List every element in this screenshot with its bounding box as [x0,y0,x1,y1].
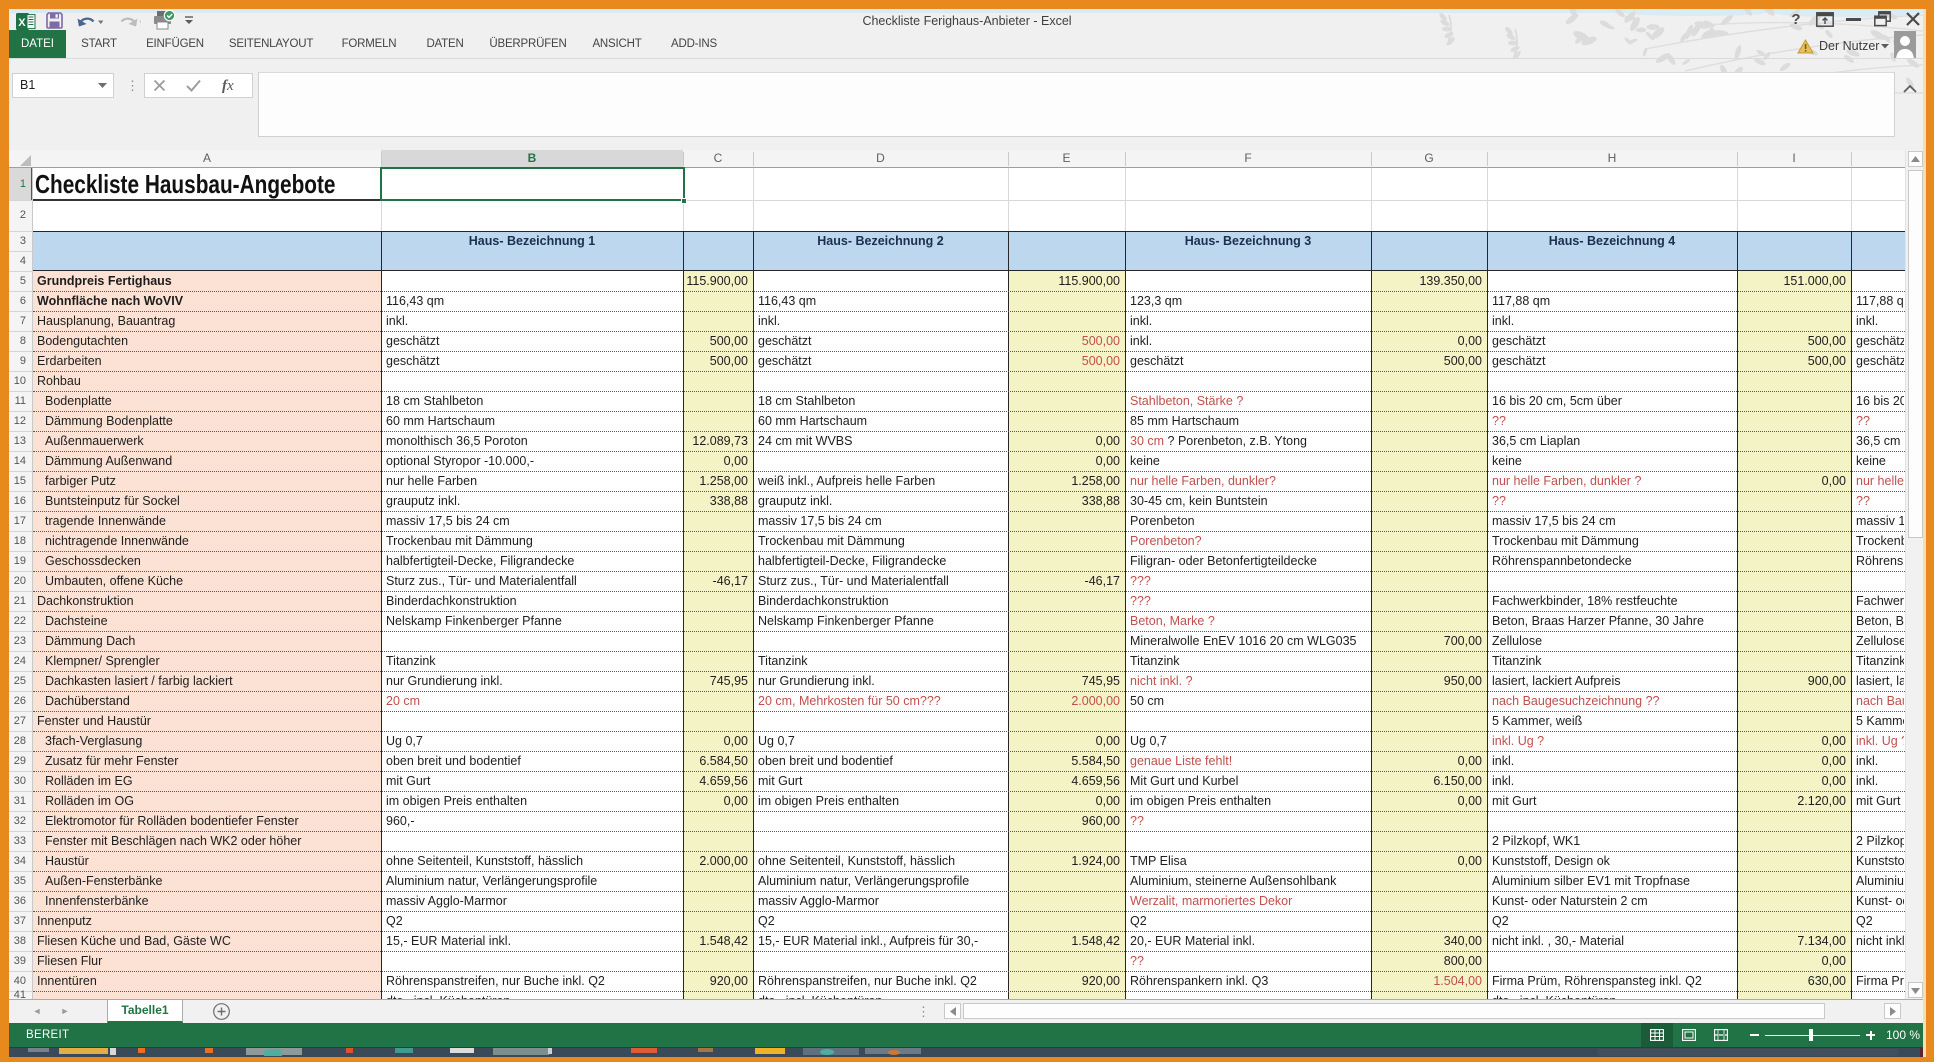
svg-text:X: X [18,17,26,29]
